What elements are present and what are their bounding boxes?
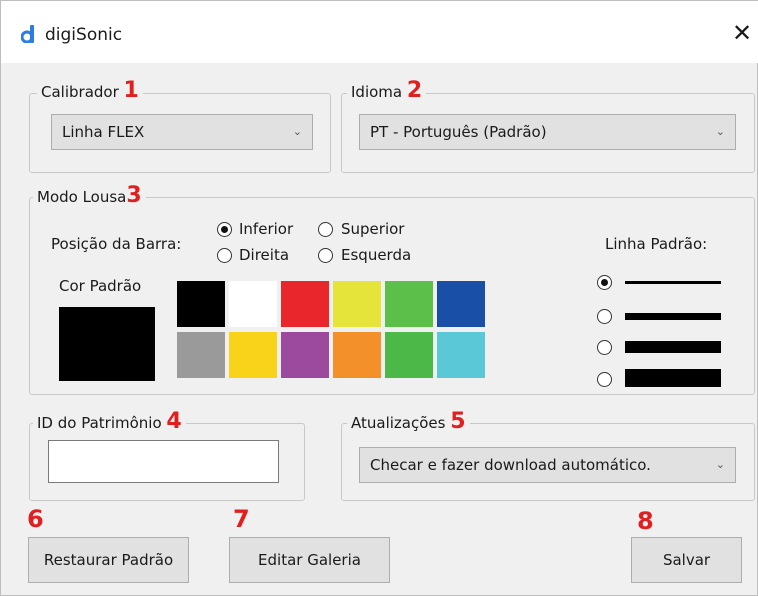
patrimonio-number: 4 — [166, 409, 182, 434]
patrimonio-input[interactable] — [48, 440, 279, 483]
salvar-number: 8 — [637, 507, 654, 535]
restaurar-padrao-button[interactable]: Restaurar Padrão — [28, 537, 189, 583]
title-bar: digiSonic ✕ — [1, 1, 758, 63]
salvar-button[interactable]: Salvar — [631, 537, 742, 583]
color-swatch-green[interactable] — [385, 281, 433, 327]
radio-superior[interactable] — [318, 222, 333, 237]
calibrador-select[interactable]: Linha FLEX ⌄ — [51, 114, 313, 150]
radio-inferior[interactable] — [217, 222, 232, 237]
radio-inferior-label: Inferior — [239, 220, 294, 238]
idioma-legend: Idioma 2 — [347, 78, 427, 103]
radio-linha-thin[interactable] — [597, 275, 612, 290]
radio-direita[interactable] — [217, 248, 232, 263]
idioma-select[interactable]: PT - Português (Padrão) ⌄ — [359, 114, 736, 150]
radio-direita-label: Direita — [239, 246, 290, 264]
radio-superior-label: Superior — [341, 220, 405, 238]
atualizacoes-label: Atualizações — [351, 414, 446, 432]
color-swatch-purple[interactable] — [281, 332, 329, 378]
chevron-down-icon: ⌄ — [292, 125, 302, 138]
radio-linha-thick[interactable] — [597, 340, 612, 355]
line-thick-sample — [625, 341, 721, 353]
atualizacoes-legend: Atualizações 5 — [347, 409, 470, 434]
modo-lousa-legend: Modo Lousa3 — [33, 183, 146, 208]
color-swatch-green-2[interactable] — [385, 332, 433, 378]
cor-padrao-label: Cor Padrão — [59, 277, 142, 295]
calibrador-legend: Calibrador 1 — [37, 78, 143, 103]
color-swatch-gray[interactable] — [177, 332, 225, 378]
line-medium-sample — [625, 313, 721, 320]
modo-lousa-number: 3 — [126, 183, 142, 208]
color-swatch-blue[interactable] — [437, 281, 485, 327]
close-button[interactable]: ✕ — [729, 19, 755, 47]
patrimonio-legend: ID do Patrimônio 4 — [33, 409, 186, 434]
color-swatch-yellow[interactable] — [333, 281, 381, 327]
editar-galeria-button[interactable]: Editar Galeria — [229, 537, 390, 583]
chevron-down-icon: ⌄ — [715, 125, 725, 138]
radio-linha-extra-thick[interactable] — [597, 372, 612, 387]
radio-esquerda-label: Esquerda — [341, 246, 412, 264]
digisonic-logo-icon — [21, 25, 34, 43]
idioma-label: Idioma — [351, 83, 403, 101]
atualizacoes-select-value: Checar e fazer download automático. — [370, 456, 651, 474]
idioma-select-value: PT - Português (Padrão) — [370, 123, 547, 141]
calibrador-number: 1 — [123, 78, 139, 103]
color-swatch-black[interactable] — [177, 281, 225, 327]
calibrador-select-value: Linha FLEX — [62, 123, 145, 141]
cor-padrao-preview — [59, 307, 155, 381]
restaurar-number: 6 — [27, 505, 44, 533]
line-thin-sample — [625, 281, 721, 284]
color-swatch-orange[interactable] — [333, 332, 381, 378]
window-title: digiSonic — [45, 25, 123, 45]
editar-number: 7 — [233, 505, 250, 533]
posicao-barra-label: Posição da Barra: — [51, 235, 182, 253]
idioma-number: 2 — [406, 78, 423, 103]
color-swatch-red[interactable] — [281, 281, 329, 327]
settings-window: digiSonic ✕ Calibrador 1 Linha FLEX ⌄ Id… — [0, 0, 758, 596]
radio-esquerda[interactable] — [318, 248, 333, 263]
atualizacoes-select[interactable]: Checar e fazer download automático. ⌄ — [359, 447, 736, 483]
radio-linha-medium[interactable] — [597, 309, 612, 324]
line-extra-thick-sample — [625, 369, 721, 387]
linha-padrao-label: Linha Padrão: — [605, 235, 708, 253]
atualizacoes-number: 5 — [450, 409, 466, 434]
modo-lousa-label: Modo Lousa — [37, 188, 127, 206]
calibrador-label: Calibrador — [41, 83, 119, 101]
patrimonio-label: ID do Patrimônio — [37, 414, 162, 432]
color-swatch-gold[interactable] — [229, 332, 277, 378]
color-swatch-white[interactable] — [229, 281, 277, 327]
chevron-down-icon: ⌄ — [715, 458, 725, 471]
color-swatch-cyan[interactable] — [437, 332, 485, 378]
